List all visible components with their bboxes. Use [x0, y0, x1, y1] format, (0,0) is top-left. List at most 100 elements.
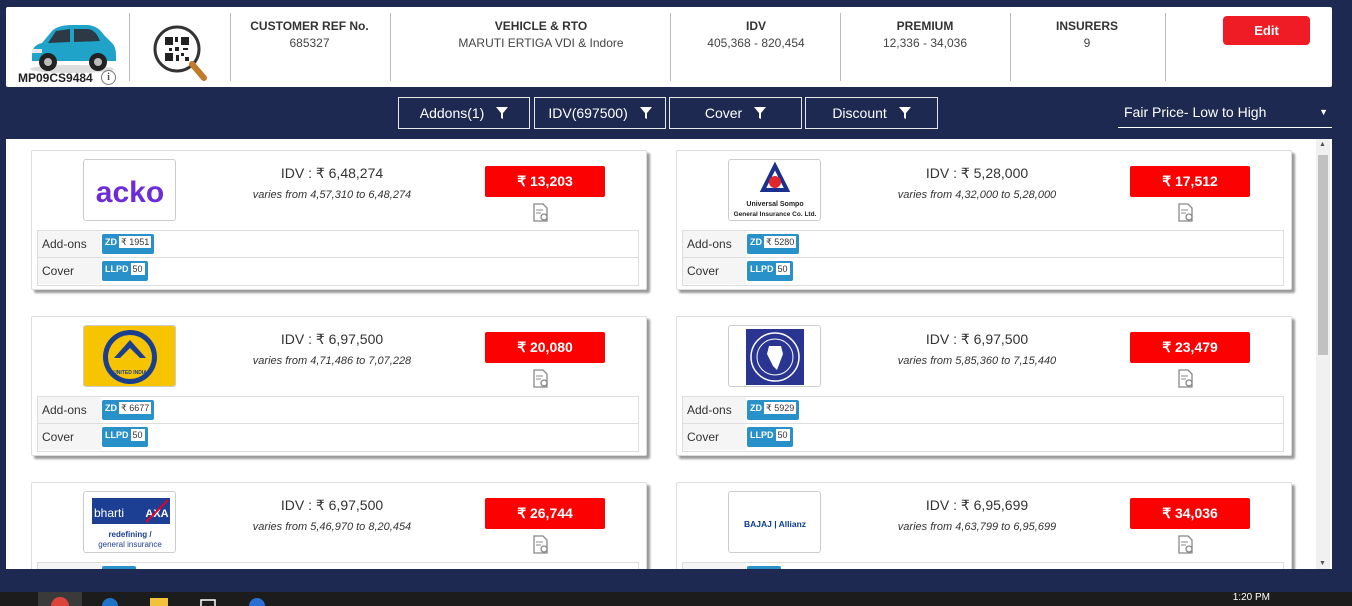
svg-text:redefining /: redefining / — [108, 530, 152, 539]
quote-details-table: Add-ons ZD ₹ 1951 Cover LLPD 50 — [37, 230, 639, 286]
idv-range-text: varies from 5,46,970 to 8,20,454 — [252, 521, 412, 533]
svg-text:acko: acko — [96, 176, 164, 209]
addons-row: Add-ons ZD ₹ 6677 — [38, 397, 638, 424]
cover-row: Cover LLPD 50 — [38, 258, 638, 285]
idv-range: IDV 405,368 - 820,454 — [707, 19, 805, 50]
chevron-down-icon: ▼ — [1319, 107, 1328, 117]
taskbar-app-icon[interactable] — [246, 592, 268, 606]
cover-badge: LLPD 50 — [747, 261, 793, 281]
insurer-logo-bajaj-allianz: BAJAJ | Allianz — [728, 491, 821, 553]
cover-badge: LLPD 50 — [747, 427, 793, 447]
scroll-up-icon[interactable]: ▲ — [1319, 141, 1326, 148]
quote-details-table: Add-ons ZD ₹ 6677 Cover LLPD 50 — [37, 396, 639, 452]
scroll-down-icon[interactable]: ▼ — [1319, 560, 1326, 567]
premium-range: PREMIUM 12,336 - 34,036 — [882, 19, 968, 50]
document-search-icon[interactable] — [1177, 369, 1195, 389]
clock[interactable]: 1:20 PM — [1233, 592, 1270, 603]
sort-select[interactable]: Fair Price- Low to High ▼ — [1118, 96, 1332, 128]
cover-row: Cover LLPD 50 — [683, 258, 1283, 285]
divider — [1165, 13, 1166, 81]
addon-badge — [102, 566, 136, 569]
addon-badge: ZD ₹ 1951 — [102, 234, 155, 254]
vehicle-rto: VEHICLE & RTO MARUTI ERTIGA VDI & Indore — [458, 19, 624, 50]
addons-row: Add-ons ZD ₹ 5280 — [683, 231, 1283, 258]
divider — [840, 13, 841, 81]
os-taskbar: 1:20 PM — [0, 592, 1352, 606]
idv-value: IDV : ₹ 6,97,500 — [280, 331, 384, 347]
quote-details-table — [682, 562, 1284, 569]
filter-idv[interactable]: IDV(697500) — [534, 97, 666, 129]
svg-text:General Insurance Co. Ltd.: General Insurance Co. Ltd. — [734, 211, 817, 218]
divider — [230, 13, 231, 81]
filter-icon — [898, 106, 911, 119]
insurers-count: INSURERS 9 — [1055, 19, 1118, 50]
quote-details-table — [37, 562, 639, 569]
addon-badge: ZD ₹ 5280 — [747, 234, 800, 254]
filter-addons[interactable]: Addons(1) — [398, 97, 530, 129]
summary-header: MP09CS9484 i CUSTOMER REF No. 685327 VEH… — [6, 7, 1332, 87]
idv-value: IDV : ₹ 6,95,699 — [925, 497, 1029, 513]
info-icon[interactable]: i — [101, 70, 116, 85]
filter-icon — [639, 106, 652, 119]
quote-card: bharti AXA redefining / general insuranc… — [31, 482, 647, 569]
addon-badge: ZD ₹ 6677 — [102, 400, 155, 420]
addon-badge: ZD ₹ 5929 — [747, 400, 800, 420]
divider — [129, 13, 130, 81]
filter-icon — [496, 106, 509, 119]
car-image — [30, 25, 116, 73]
buy-price-button[interactable]: ₹ 23,479 — [1130, 332, 1250, 363]
quote-card: Universal Sompo General Insurance Co. Lt… — [676, 150, 1292, 290]
document-search-icon[interactable] — [532, 535, 550, 555]
idv-value: IDV : ₹ 6,97,500 — [280, 497, 384, 513]
svg-text:general insurance: general insurance — [98, 540, 162, 549]
addons-row: Add-ons ZD ₹ 5929 — [683, 397, 1283, 424]
insurer-logo-united-india: UNITED INDIA — [83, 325, 176, 387]
taskbar-folder-icon[interactable] — [148, 592, 170, 606]
quote-details-table: Add-ons ZD ₹ 5280 Cover LLPD 50 — [682, 230, 1284, 286]
taskbar-ie-icon[interactable] — [100, 592, 120, 606]
idv-value: IDV : ₹ 6,97,500 — [925, 331, 1029, 347]
idv-range-text: varies from 5,85,360 to 7,15,440 — [897, 355, 1057, 367]
document-search-icon[interactable] — [532, 369, 550, 389]
cover-row: Cover LLPD 50 — [683, 424, 1283, 451]
quote-card: IDV : ₹ 6,97,500 varies from 5,85,360 to… — [676, 316, 1292, 456]
buy-price-button[interactable]: ₹ 17,512 — [1130, 166, 1250, 197]
taskbar-chrome-icon[interactable] — [38, 592, 82, 606]
svg-text:bharti: bharti — [94, 506, 124, 520]
cover-row: Cover LLPD 50 — [38, 424, 638, 451]
filter-discount[interactable]: Discount — [805, 97, 938, 129]
divider — [670, 13, 671, 81]
addons-row: Add-ons ZD ₹ 1951 — [38, 231, 638, 258]
quote-card: UNITED INDIA IDV : ₹ 6,97,500 varies fro… — [31, 316, 647, 456]
quote-card: BAJAJ | Allianz IDV : ₹ 6,95,699 varies … — [676, 482, 1292, 569]
insurer-logo-acko: acko — [83, 159, 176, 221]
idv-range-text: varies from 4,71,486 to 7,07,228 — [252, 355, 412, 367]
document-search-icon[interactable] — [532, 203, 550, 223]
buy-price-button[interactable]: ₹ 20,080 — [485, 332, 605, 363]
qr-search-icon[interactable] — [152, 24, 208, 82]
document-search-icon[interactable] — [1177, 203, 1195, 223]
svg-text:UNITED INDIA: UNITED INDIA — [113, 370, 147, 376]
scrollbar-thumb[interactable] — [1318, 155, 1328, 355]
customer-ref: CUSTOMER REF No. 685327 — [250, 19, 369, 50]
cover-badge: LLPD 50 — [102, 261, 148, 281]
filter-cover[interactable]: Cover — [669, 97, 802, 129]
buy-price-button[interactable]: ₹ 34,036 — [1130, 498, 1250, 529]
buy-price-button[interactable]: ₹ 13,203 — [485, 166, 605, 197]
insurer-logo-bharti-axa: bharti AXA redefining / general insuranc… — [83, 491, 176, 553]
vehicle-plate: MP09CS9484 — [18, 71, 93, 85]
quote-card: acko IDV : ₹ 6,48,274 varies from 4,57,3… — [31, 150, 647, 290]
addon-badge — [747, 566, 781, 569]
edit-button[interactable]: Edit — [1223, 16, 1310, 45]
filter-icon — [754, 106, 767, 119]
document-search-icon[interactable] — [1177, 535, 1195, 555]
quotes-panel: acko IDV : ₹ 6,48,274 varies from 4,57,3… — [6, 139, 1332, 569]
buy-price-button[interactable]: ₹ 26,744 — [485, 498, 605, 529]
addons-row — [38, 563, 638, 569]
quote-details-table: Add-ons ZD ₹ 5929 Cover LLPD 50 — [682, 396, 1284, 452]
idv-value: IDV : ₹ 5,28,000 — [925, 165, 1029, 181]
svg-text:Universal Sompo: Universal Sompo — [746, 201, 803, 208]
taskbar-window-icon[interactable] — [198, 592, 218, 606]
vertical-scrollbar[interactable]: ▲ ▼ — [1316, 139, 1330, 569]
addons-row — [683, 563, 1283, 569]
